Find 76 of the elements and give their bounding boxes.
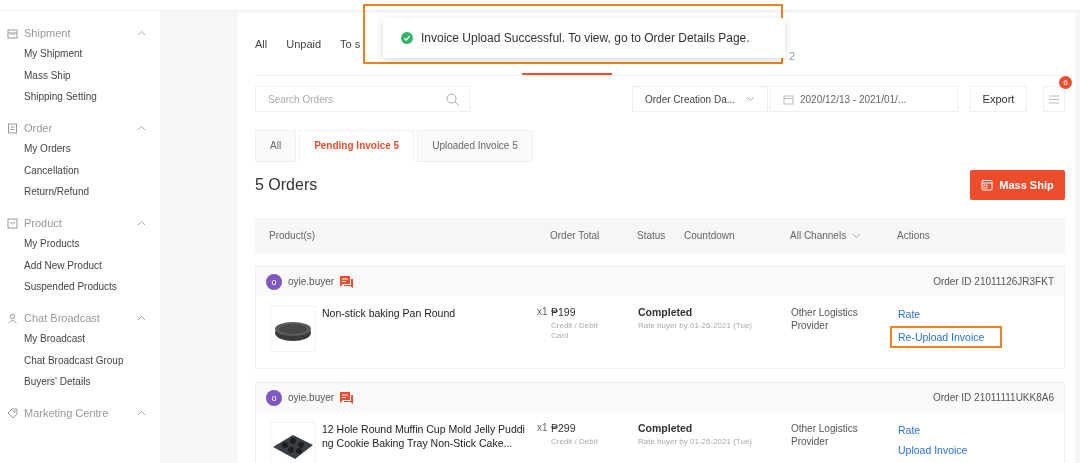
shipping-channel: Other Logistics Provider bbox=[791, 306, 859, 332]
column-header: Order Total bbox=[550, 230, 601, 241]
date-type-dropdown[interactable]: Order Creation Da... bbox=[632, 86, 768, 112]
mass-ship-button[interactable]: Mass Ship bbox=[970, 170, 1065, 200]
sidebar-item[interactable]: My Broadcast bbox=[0, 332, 160, 346]
chevron-up-icon[interactable] bbox=[137, 410, 146, 416]
sidebar-item[interactable]: Chat Broadcast Group bbox=[0, 353, 160, 368]
order-total: ₱199 bbox=[551, 306, 577, 318]
quantity: x1 bbox=[537, 422, 548, 433]
sidebar-item[interactable]: My Products bbox=[0, 237, 160, 251]
payment-method: Credit / Debit Card bbox=[551, 321, 599, 341]
orders-count: 5 Orders bbox=[255, 176, 318, 194]
action-link[interactable]: Re-Upload Invoice bbox=[890, 326, 1003, 348]
sidebar-item[interactable]: My Shipment bbox=[0, 47, 160, 61]
countdown-text: Rate buyer by 01-26-2021 (Tue) bbox=[638, 437, 753, 447]
status-tab[interactable]: To s bbox=[340, 38, 361, 50]
calendar-icon bbox=[981, 179, 994, 191]
chevron-up-icon[interactable] bbox=[137, 30, 146, 36]
tag-icon bbox=[7, 407, 18, 419]
chevron-up-icon[interactable] bbox=[137, 220, 146, 226]
payment-method: Credit / Debit bbox=[551, 437, 599, 447]
channels-dropdown[interactable]: All Channels bbox=[790, 230, 897, 241]
invoice-tab[interactable]: All bbox=[255, 130, 297, 162]
sidebar-item[interactable]: Suspended Products bbox=[0, 280, 160, 294]
column-header: Countdown bbox=[684, 230, 736, 241]
package-icon bbox=[7, 217, 18, 229]
order-id: Order ID 21011111UKK8A6 bbox=[933, 392, 1054, 403]
status-tab[interactable]: All bbox=[255, 38, 268, 50]
order-total: ₱299 bbox=[551, 422, 577, 434]
sidebar-item[interactable]: My Orders bbox=[0, 142, 160, 156]
order-id: Order ID 21011126JR3FKT bbox=[933, 276, 1054, 287]
list-button[interactable] bbox=[1043, 86, 1065, 112]
sidebar-item[interactable]: Cancellation bbox=[0, 163, 160, 178]
order-status: Completed bbox=[638, 306, 694, 318]
column-header: Product(s) bbox=[268, 230, 317, 241]
box-icon bbox=[7, 27, 18, 39]
buyer-name[interactable]: oyie.buyer bbox=[288, 392, 335, 403]
chat-icon[interactable] bbox=[340, 391, 354, 404]
chevron-down-icon bbox=[852, 232, 862, 239]
search-field[interactable]: Search Orders bbox=[255, 86, 470, 112]
avatar: o bbox=[266, 389, 282, 406]
column-header: Status bbox=[637, 230, 667, 241]
export-button[interactable]: Export bbox=[970, 86, 1027, 112]
chat-icon[interactable] bbox=[340, 275, 354, 288]
column-header: Actions bbox=[897, 230, 931, 241]
document-icon bbox=[7, 122, 18, 134]
product-name: 12 Hole Round Muffin Cup Mold Jelly Pudding Cookie Baking Tray Non-Stick Cake... bbox=[322, 422, 526, 450]
search-icon[interactable] bbox=[446, 92, 459, 106]
notification-badge: 6 bbox=[1059, 76, 1072, 89]
product-name: Non-stick baking Pan Round bbox=[322, 306, 457, 320]
order-status: Completed bbox=[638, 422, 694, 434]
person-icon bbox=[7, 312, 18, 324]
date-range-field[interactable]: 2020/12/13 - 2021/01/... bbox=[770, 86, 958, 112]
sidebar-item[interactable]: Add New Product bbox=[0, 258, 160, 273]
chevron-up-icon[interactable] bbox=[137, 315, 146, 321]
sidebar-item[interactable]: Shipping Setting bbox=[0, 90, 160, 104]
list-icon bbox=[1049, 94, 1059, 104]
action-link[interactable]: Rate bbox=[898, 306, 921, 322]
chevron-down-icon bbox=[746, 96, 755, 102]
sidebar-item[interactable]: Return/Refund bbox=[0, 185, 160, 199]
calendar-icon bbox=[783, 93, 794, 105]
success-check-icon bbox=[401, 32, 413, 44]
status-tab[interactable]: Unpaid bbox=[286, 38, 322, 50]
toast-message: Invoice Upload Successful. To view, go to Order Details Page. bbox=[421, 31, 750, 45]
chevron-up-icon[interactable] bbox=[137, 125, 146, 131]
invoice-tab[interactable]: Uploaded Invoice 5 bbox=[417, 130, 533, 162]
action-link[interactable]: Rate bbox=[898, 422, 921, 438]
avatar: o bbox=[266, 273, 282, 290]
sidebar-item[interactable]: Buyers' Details bbox=[0, 375, 160, 389]
countdown-text: Rate buyer by 01-26-2021 (Tue) bbox=[638, 321, 753, 331]
action-link[interactable]: Upload Invoice bbox=[898, 442, 968, 458]
buyer-name[interactable]: oyie.buyer bbox=[288, 276, 335, 287]
shipping-channel: Other Logistics Provider bbox=[791, 422, 859, 448]
quantity: x1 bbox=[537, 306, 548, 317]
invoice-tab[interactable]: Pending Invoice 5 bbox=[299, 130, 415, 162]
sidebar-item[interactable]: Mass Ship bbox=[0, 68, 160, 83]
